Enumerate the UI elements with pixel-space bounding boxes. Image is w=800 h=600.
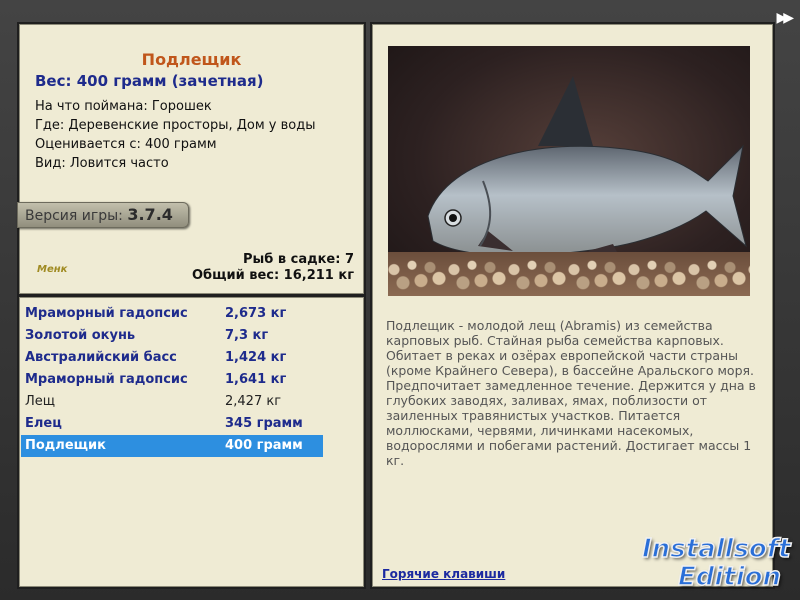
cage-total-weight: Общий вес: 16,211 кг (191, 268, 354, 283)
gravel (388, 252, 750, 296)
list-item-weight: 1,641 кг (225, 372, 287, 387)
fish-title: Подлещик (141, 50, 242, 69)
list-item-weight: 345 грамм (225, 416, 303, 431)
list-item-name: Золотой окунь (25, 328, 136, 343)
fish-details: На что поймана: Горошек Где: Деревенские… (35, 97, 315, 173)
list-item-selected[interactable]: Подлещик 400 грамм (21, 435, 323, 457)
cage-stats: Рыб в садке: 7 Общий вес: 16,211 кг (192, 252, 354, 284)
fish-photo (388, 46, 750, 296)
list-item[interactable]: Елец 345 грамм (21, 413, 323, 435)
watermark: Installsoft Edition (640, 520, 800, 600)
catch-list: Мраморный гадопсис 2,673 кг Золотой окунь… (21, 303, 323, 457)
cage-count: Рыб в садке: 7 (242, 252, 354, 267)
version-badge: Версия игры: 3.7.4 (17, 202, 189, 228)
watermark-line2: Edition (677, 561, 782, 593)
fish-info-panel: Подлещик Вес: 400 грамм (зачетная) На чт… (17, 22, 366, 296)
watermark-line1: Installsoft (641, 533, 791, 565)
game-logo: Менк (37, 264, 68, 275)
list-item-name: Лещ (25, 394, 56, 409)
list-item-weight: 7,3 кг (225, 328, 269, 343)
list-item[interactable]: Мраморный гадопсис 1,641 кг (21, 369, 323, 391)
version-label: Версия игры: (25, 208, 123, 224)
list-item[interactable]: Австралийский басс 1,424 кг (21, 347, 323, 369)
fish-description-panel: Подлещик - молодой лещ (Abramis) из семе… (370, 22, 775, 589)
list-item-name: Елец (25, 416, 62, 431)
detail-frequency: Вид: Ловится часто (35, 156, 169, 171)
list-item-name: Австралийский басс (25, 350, 177, 365)
fish-description: Подлещик - молодой лещ (Abramis) из семе… (386, 318, 756, 468)
detail-location: Где: Деревенские просторы, Дом у воды (35, 118, 316, 133)
list-item[interactable]: Мраморный гадопсис 2,673 кг (21, 303, 323, 325)
list-item[interactable]: Золотой окунь 7,3 кг (21, 325, 323, 347)
list-item-weight: 2,673 кг (225, 306, 287, 321)
list-item-name: Мраморный гадопсис (25, 372, 188, 387)
version-value: 3.7.4 (127, 205, 173, 224)
list-item-name: Подлещик (25, 438, 106, 453)
list-item-weight: 1,424 кг (225, 350, 287, 365)
fish-weight: Вес: 400 грамм (зачетная) (35, 72, 264, 90)
detail-bait: На что поймана: Горошек (35, 99, 212, 114)
list-item[interactable]: Лещ 2,427 кг (21, 391, 323, 413)
list-item-weight: 2,427 кг (225, 394, 282, 409)
catch-list-panel: Мраморный гадопсис 2,673 кг Золотой окунь… (17, 295, 366, 589)
list-item-name: Мраморный гадопсис (25, 306, 188, 321)
fast-forward-icon[interactable]: ▶▶ (776, 10, 793, 26)
hotkeys-link[interactable]: Горячие клавиши (382, 567, 505, 581)
window-frame: ▶▶ Подлещик Вес: 400 грамм (зачетная) На… (0, 0, 800, 600)
detail-score-from: Оценивается с: 400 грамм (35, 137, 217, 152)
list-item-weight: 400 грамм (225, 438, 303, 453)
